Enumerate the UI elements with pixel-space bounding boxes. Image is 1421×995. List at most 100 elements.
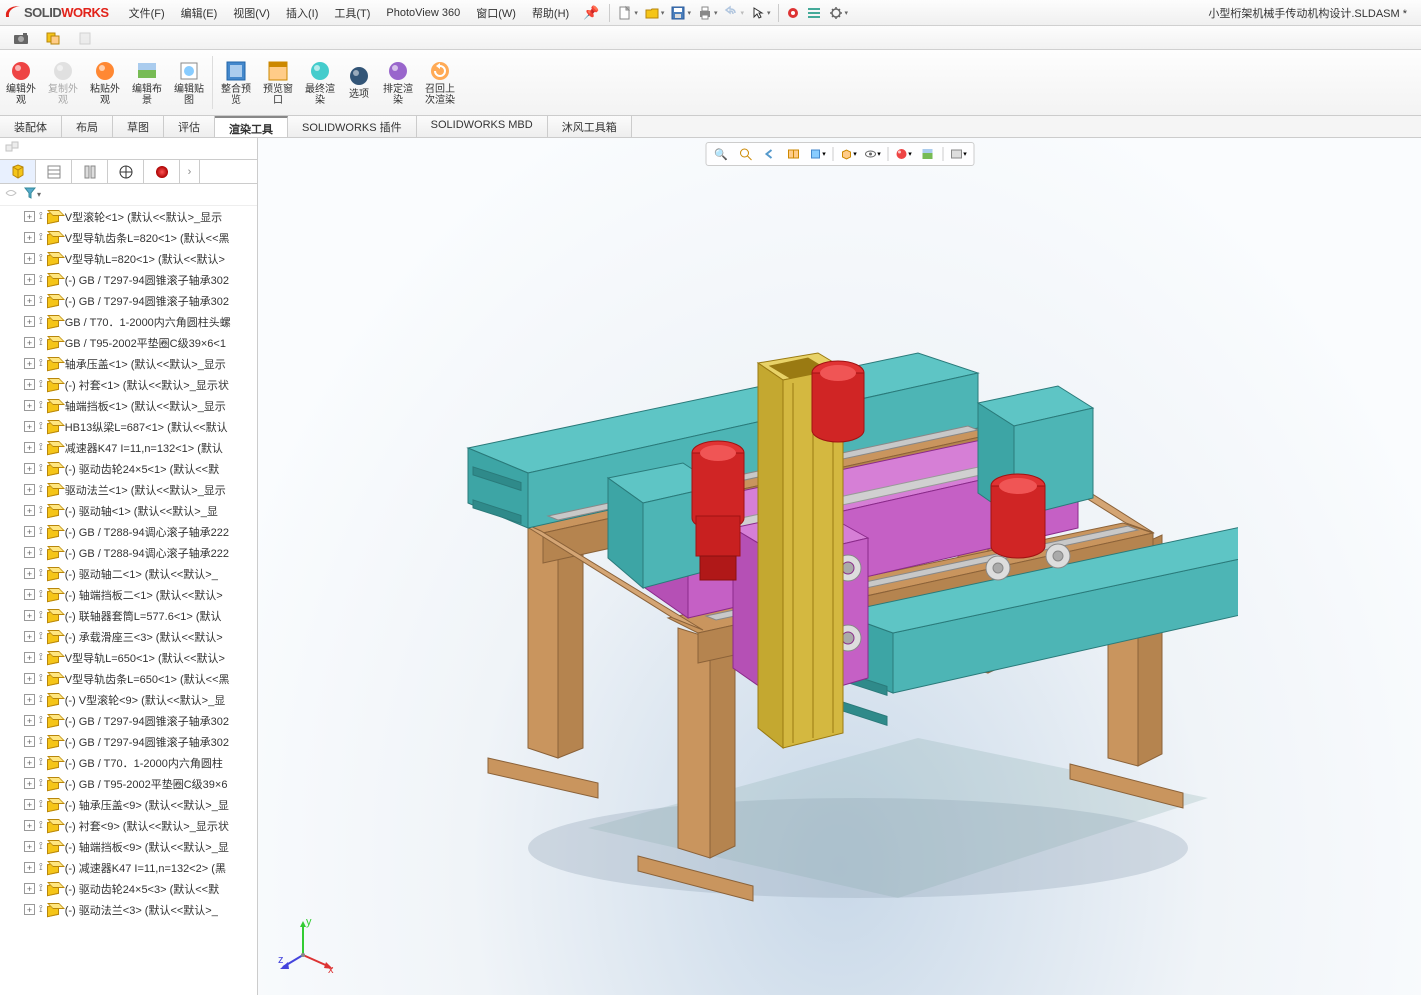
view-orient-icon[interactable]: ▾ <box>808 145 826 163</box>
tree-item[interactable]: +⟟(-) 减速器K47 I=11,n=132<2> (黑 <box>0 857 257 878</box>
ribbon-sphere-red[interactable]: 编辑外 观 <box>0 50 42 115</box>
tree-item[interactable]: +⟟(-) 轴端挡板二<1> (默认<<默认> <box>0 584 257 605</box>
expand-icon[interactable]: + <box>24 211 35 222</box>
tree-item[interactable]: +⟟(-) 轴端挡板<9> (默认<<默认>_显 <box>0 836 257 857</box>
tree-item[interactable]: +⟟(-) GB / T297-94圆锥滚子轴承302 <box>0 290 257 311</box>
expand-icon[interactable]: + <box>24 694 35 705</box>
undo-button[interactable]: ▾ <box>720 3 747 23</box>
ribbon-sphere-cyan[interactable]: 最终渲 染 <box>299 50 341 115</box>
filter-icon[interactable] <box>24 187 36 202</box>
tree-item[interactable]: +⟟驱动法兰<1> (默认<<默认>_显示 <box>0 479 257 500</box>
ribbon-sphere-orange[interactable]: 粘贴外 观 <box>84 50 126 115</box>
filter-drop-icon[interactable]: ▾ <box>37 190 41 199</box>
prev-view-icon[interactable] <box>760 145 778 163</box>
tab-6[interactable]: SOLIDWORKS MBD <box>417 116 548 137</box>
expand-icon[interactable]: + <box>24 442 35 453</box>
camera-icon[interactable] <box>10 29 32 47</box>
open-doc-button[interactable]: ▾ <box>641 3 668 23</box>
settings-button[interactable]: ▾ <box>825 3 852 23</box>
tree-item[interactable]: +⟟(-) GB / T70．1-2000内六角圆柱 <box>0 752 257 773</box>
tree-item[interactable]: +⟟(-) 驱动法兰<3> (默认<<默认>_ <box>0 899 257 920</box>
copy-icon[interactable] <box>42 29 64 47</box>
expand-icon[interactable]: + <box>24 715 35 726</box>
ribbon-scene-green[interactable]: 编辑布 景 <box>126 50 168 115</box>
feature-tree[interactable]: +⟟V型滚轮<1> (默认<<默认>_显示+⟟V型导轨齿条L=820<1> (默… <box>0 206 257 995</box>
tree-item[interactable]: +⟟(-) 驱动轴<1> (默认<<默认>_显 <box>0 500 257 521</box>
expand-icon[interactable]: + <box>24 232 35 243</box>
tab-3[interactable]: 评估 <box>164 116 215 137</box>
tree-item[interactable]: +⟟轴承压盖<1> (默认<<默认>_显示 <box>0 353 257 374</box>
expand-icon[interactable]: + <box>24 904 35 915</box>
menu-insert[interactable]: 插入(I) <box>278 1 326 25</box>
tree-item[interactable]: +⟟(-) GB / T297-94圆锥滚子轴承302 <box>0 731 257 752</box>
tab-1[interactable]: 布局 <box>62 116 113 137</box>
tab-config[interactable] <box>72 160 108 183</box>
ribbon-recall[interactable]: 召回上 次渲染 <box>419 50 461 115</box>
rebuild-button[interactable] <box>783 4 803 22</box>
menu-photoview[interactable]: PhotoView 360 <box>378 3 468 23</box>
expand-icon[interactable]: + <box>24 883 35 894</box>
viewport-3d[interactable]: 🔍 ▾ ▾ ▾ ▾ ▾ <box>258 138 1421 995</box>
tree-item[interactable]: +⟟(-) 衬套<9> (默认<<默认>_显示状 <box>0 815 257 836</box>
tree-item[interactable]: +⟟(-) GB / T95-2002平垫圈C级39×6 <box>0 773 257 794</box>
expand-icon[interactable]: + <box>24 400 35 411</box>
tab-5[interactable]: SOLIDWORKS 插件 <box>288 116 417 137</box>
tab-property[interactable] <box>36 160 72 183</box>
display-style-icon[interactable]: ▾ <box>839 145 857 163</box>
tree-item[interactable]: +⟟(-) GB / T297-94圆锥滚子轴承302 <box>0 710 257 731</box>
hide-icon[interactable] <box>4 186 18 203</box>
tree-item[interactable]: +⟟(-) GB / T288-94调心滚子轴承222 <box>0 521 257 542</box>
menu-view[interactable]: 视图(V) <box>225 1 278 25</box>
zoom-area-icon[interactable] <box>736 145 754 163</box>
render-settings-icon[interactable]: ▾ <box>949 145 967 163</box>
tree-item[interactable]: +⟟V型滚轮<1> (默认<<默认>_显示 <box>0 206 257 227</box>
expand-icon[interactable]: + <box>24 673 35 684</box>
menu-edit[interactable]: 编辑(E) <box>173 1 226 25</box>
menu-file[interactable]: 文件(F) <box>121 1 173 25</box>
tree-item[interactable]: +⟟GB / T70．1-2000内六角圆柱头螺 <box>0 311 257 332</box>
tree-item[interactable]: +⟟轴端挡板<1> (默认<<默认>_显示 <box>0 395 257 416</box>
ribbon-decal[interactable]: 编辑贴 图 <box>168 50 210 115</box>
new-doc-button[interactable]: ▾ <box>614 3 641 23</box>
tree-item[interactable]: +⟟(-) 衬套<1> (默认<<默认>_显示状 <box>0 374 257 395</box>
tree-item[interactable]: +⟟减速器K47 I=11,n=132<1> (默认 <box>0 437 257 458</box>
view-triad[interactable]: y x z <box>278 915 338 975</box>
tab-7[interactable]: 沐风工具箱 <box>548 116 632 137</box>
appearance-icon[interactable]: ▾ <box>894 145 912 163</box>
tree-item[interactable]: +⟟(-) V型滚轮<9> (默认<<默认>_显 <box>0 689 257 710</box>
expand-icon[interactable]: + <box>24 274 35 285</box>
expand-icon[interactable]: + <box>24 610 35 621</box>
tab-dim[interactable] <box>108 160 144 183</box>
expand-icon[interactable]: + <box>24 631 35 642</box>
select-button[interactable]: ▾ <box>747 3 774 23</box>
ribbon-window-orange[interactable]: 预览窗 口 <box>257 50 299 115</box>
tree-item[interactable]: +⟟(-) 驱动齿轮24×5<3> (默认<<默 <box>0 878 257 899</box>
tree-item[interactable]: +⟟(-) 驱动轴二<1> (默认<<默认>_ <box>0 563 257 584</box>
tree-item[interactable]: +⟟GB / T95-2002平垫圈C级39×6<1 <box>0 332 257 353</box>
tab-more[interactable]: › <box>180 160 200 183</box>
tab-feature-tree[interactable] <box>0 160 36 183</box>
tree-item[interactable]: +⟟(-) 轴承压盖<9> (默认<<默认>_显 <box>0 794 257 815</box>
expand-icon[interactable]: + <box>24 463 35 474</box>
expand-icon[interactable]: + <box>24 652 35 663</box>
tree-item[interactable]: +⟟(-) 承载滑座三<3> (默认<<默认> <box>0 626 257 647</box>
tree-item[interactable]: +⟟(-) GB / T297-94圆锥滚子轴承302 <box>0 269 257 290</box>
menu-window[interactable]: 窗口(W) <box>468 1 524 25</box>
expand-icon[interactable]: + <box>24 841 35 852</box>
hide-show-icon[interactable]: ▾ <box>863 145 881 163</box>
paste-icon[interactable] <box>74 29 96 47</box>
ribbon-sphere-purple[interactable]: 排定渲 染 <box>377 50 419 115</box>
expand-icon[interactable]: + <box>24 736 35 747</box>
tree-item[interactable]: +⟟(-) 联轴器套筒L=577.6<1> (默认 <box>0 605 257 626</box>
tree-item[interactable]: +⟟V型导轨齿条L=820<1> (默认<<黑 <box>0 227 257 248</box>
tree-item[interactable]: +⟟V型导轨齿条L=650<1> (默认<<黑 <box>0 668 257 689</box>
menu-tools[interactable]: 工具(T) <box>326 1 378 25</box>
save-button[interactable]: ▾ <box>667 3 694 23</box>
expand-icon[interactable]: + <box>24 358 35 369</box>
section-icon[interactable] <box>784 145 802 163</box>
expand-icon[interactable]: + <box>24 862 35 873</box>
expand-icon[interactable]: + <box>24 337 35 348</box>
print-button[interactable]: ▾ <box>694 3 721 23</box>
tab-2[interactable]: 草图 <box>113 116 164 137</box>
tree-item[interactable]: +⟟(-) GB / T288-94调心滚子轴承222 <box>0 542 257 563</box>
